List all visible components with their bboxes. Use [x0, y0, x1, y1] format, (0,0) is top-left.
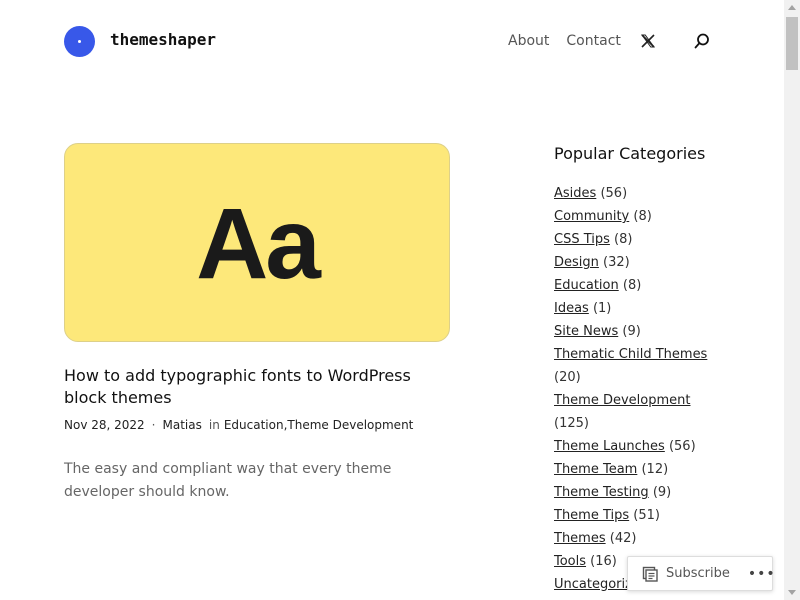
category-item: Design (32): [554, 251, 714, 274]
category-item: Theme Development (125): [554, 389, 714, 435]
scrollbar[interactable]: [784, 0, 800, 600]
scroll-down-arrow[interactable]: [788, 590, 796, 595]
site-logo[interactable]: [64, 26, 95, 57]
scroll-up-arrow[interactable]: [788, 5, 796, 10]
category-link[interactable]: Asides: [554, 186, 596, 201]
search-icon[interactable]: [693, 32, 711, 50]
sidebar: Popular Categories Asides (56) Community…: [554, 143, 714, 596]
category-item: Theme Team (12): [554, 458, 714, 481]
x-icon[interactable]: [640, 34, 655, 48]
site-title[interactable]: themeshaper: [110, 30, 216, 49]
category-link[interactable]: Thematic Child Themes: [554, 347, 707, 362]
subscribe-bar[interactable]: Subscribe •••: [627, 556, 776, 591]
post-category-education[interactable]: Education: [224, 418, 284, 432]
logo-dot: [78, 40, 81, 43]
post-title[interactable]: How to add typographic fonts to WordPres…: [64, 365, 444, 409]
category-link[interactable]: CSS Tips: [554, 232, 610, 247]
meta-separator: ·: [151, 418, 156, 432]
category-count: (9): [652, 485, 672, 500]
category-link[interactable]: Tools: [554, 554, 586, 569]
category-item: Ideas (1): [554, 297, 714, 320]
category-item: Education (8): [554, 274, 714, 297]
category-item: CSS Tips (8): [554, 228, 714, 251]
category-link[interactable]: Theme Launches: [554, 439, 665, 454]
category-count: (42): [609, 531, 637, 546]
category-item: Themes (42): [554, 527, 714, 550]
category-link[interactable]: Theme Development: [554, 393, 691, 408]
category-link[interactable]: Ideas: [554, 301, 589, 316]
category-count: (20): [554, 370, 581, 385]
category-item: Theme Tips (51): [554, 504, 714, 527]
subscribe-button[interactable]: Subscribe: [666, 566, 730, 581]
category-link[interactable]: Design: [554, 255, 599, 270]
category-link[interactable]: Site News: [554, 324, 618, 339]
post-category-theme-development[interactable]: Theme Development: [287, 418, 413, 432]
sidebar-title: Popular Categories: [554, 144, 706, 163]
nav-contact-link[interactable]: Contact: [566, 33, 620, 49]
site-header: themeshaper About Contact: [0, 0, 784, 84]
meta-in-label: in: [208, 418, 220, 432]
category-count: (16): [590, 554, 617, 569]
category-item: Theme Launches (56): [554, 435, 714, 458]
nav-about-link[interactable]: About: [508, 33, 549, 49]
category-count: (56): [668, 439, 696, 454]
category-item: Theme Testing (9): [554, 481, 714, 504]
category-count: (12): [641, 462, 669, 477]
post-meta: Nov 28, 2022 · Matias in Education, Them…: [64, 418, 413, 432]
category-count: (125): [554, 416, 589, 431]
post-excerpt: The easy and compliant way that every th…: [64, 461, 392, 500]
category-count: (9): [622, 324, 641, 339]
post-author[interactable]: Matias: [163, 418, 202, 432]
category-count: (56): [600, 186, 628, 201]
category-count: (8): [633, 209, 652, 224]
category-item: Site News (9): [554, 320, 714, 343]
category-link[interactable]: Theme Team: [554, 462, 637, 477]
category-count: (32): [603, 255, 630, 270]
main-navigation: About Contact: [508, 32, 711, 50]
more-icon[interactable]: •••: [748, 566, 776, 582]
category-item: Asides (56): [554, 182, 714, 205]
featured-image-text: Aa: [196, 187, 321, 300]
category-link[interactable]: Education: [554, 278, 619, 293]
category-count: (8): [622, 278, 642, 293]
scroll-thumb[interactable]: [786, 17, 798, 70]
category-item: Community (8): [554, 205, 714, 228]
category-count: (51): [633, 508, 660, 523]
category-link[interactable]: Theme Testing: [554, 485, 649, 500]
category-link[interactable]: Themes: [554, 531, 606, 546]
featured-image[interactable]: Aa: [64, 143, 450, 342]
post-date[interactable]: Nov 28, 2022: [64, 418, 145, 432]
category-link[interactable]: Community: [554, 209, 629, 224]
category-link[interactable]: Theme Tips: [554, 508, 629, 523]
category-list: Asides (56) Community (8) CSS Tips (8) D…: [554, 182, 714, 596]
category-item: Thematic Child Themes (20): [554, 343, 714, 389]
reader-icon: [642, 566, 658, 582]
category-count: (8): [614, 232, 633, 247]
category-count: (1): [592, 301, 612, 316]
